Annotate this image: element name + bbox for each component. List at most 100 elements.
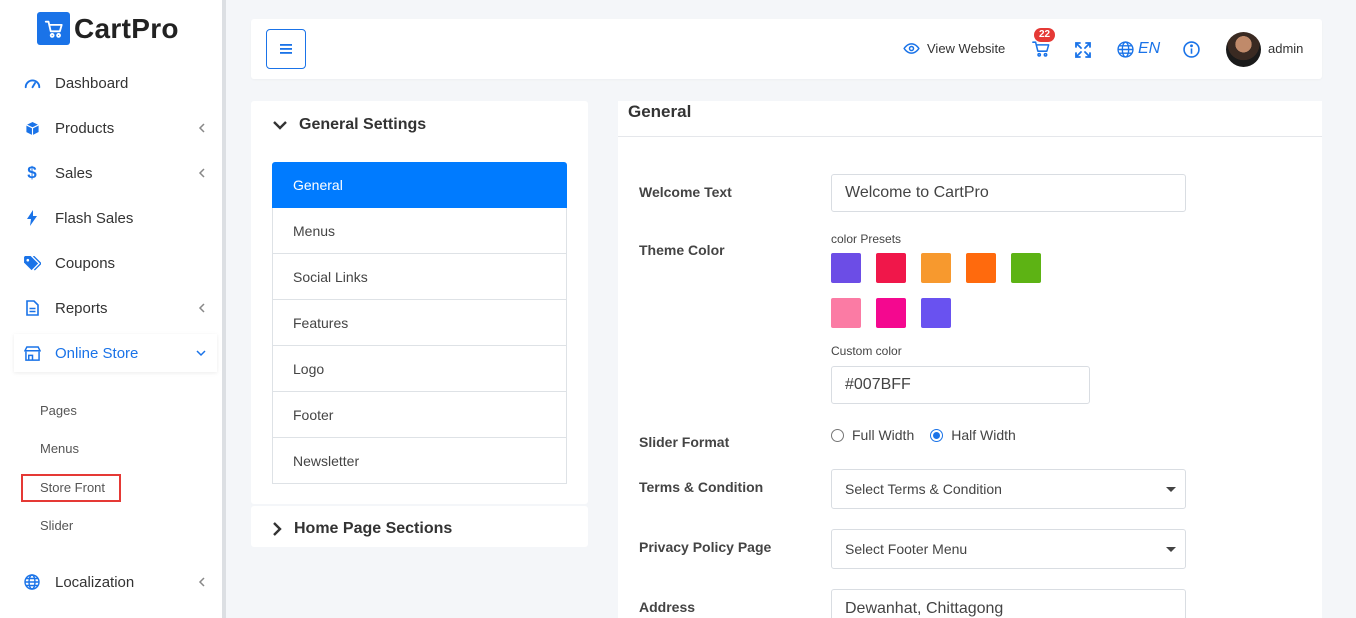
chevron-down-icon [273, 120, 287, 130]
settings-panel: General Settings General Menus Social Li… [251, 101, 588, 504]
sidebar-item-coupons[interactable]: Coupons [14, 244, 217, 282]
info-button[interactable] [1183, 41, 1200, 58]
sidebar-item-online-store[interactable]: Online Store [14, 334, 217, 372]
sidebar-item-localization[interactable]: Localization [14, 563, 217, 601]
custom-color-label: Custom color [831, 344, 902, 358]
cart-logo-icon [37, 12, 70, 45]
chevron-left-icon [193, 168, 209, 178]
cart-button[interactable]: 22 [1032, 28, 1056, 62]
address-label: Address [639, 599, 696, 615]
slider-half-width-radio[interactable] [930, 428, 944, 442]
chevron-down-icon [193, 349, 209, 357]
fullscreen-button[interactable] [1075, 42, 1091, 58]
sidebar-item-label: Sales [55, 164, 93, 182]
color-preset-swatch[interactable] [831, 298, 861, 328]
color-preset-swatch[interactable] [921, 253, 951, 283]
color-preset-swatch[interactable] [966, 253, 996, 283]
settings-menu-logo[interactable]: Logo [272, 346, 567, 392]
color-preset-swatch[interactable] [831, 253, 861, 283]
slider-format-options: Full Width Half Width [831, 427, 1016, 443]
sidebar-item-label: Online Store [55, 344, 139, 362]
theme-color-label: Theme Color [639, 242, 725, 258]
caret-down-icon [1166, 547, 1176, 552]
sidebar-item-label: Localization [55, 573, 135, 591]
sidebar-subitem-pages[interactable]: Pages [40, 403, 77, 418]
settings-menu-menus[interactable]: Menus [272, 208, 567, 254]
hamburger-icon [280, 44, 292, 54]
home-sections-heading: Home Page Sections [294, 520, 453, 537]
general-form-panel: General Welcome Text Welcome to CartPro … [618, 101, 1322, 618]
caret-down-icon [1166, 487, 1176, 492]
slider-full-width-radio[interactable] [831, 428, 844, 442]
hamburger-menu-button[interactable] [266, 29, 306, 69]
terms-condition-label: Terms & Condition [639, 479, 764, 495]
color-preset-swatch[interactable] [921, 298, 951, 328]
slider-format-label: Slider Format [639, 434, 730, 450]
brand-name: CartPro [74, 12, 179, 44]
color-preset-swatch[interactable] [876, 298, 906, 328]
avatar[interactable] [1226, 32, 1261, 67]
tags-icon [23, 254, 41, 272]
language-label: EN [1138, 40, 1161, 57]
page-title: General [628, 102, 692, 121]
sidebar-item-label: Coupons [55, 254, 116, 272]
chevron-left-icon [193, 303, 209, 313]
sidebar-item-label: Flash Sales [55, 209, 134, 227]
cart-icon [1032, 41, 1050, 57]
sidebar-subitem-menus[interactable]: Menus [40, 441, 79, 456]
view-website-label: View Website [927, 41, 1006, 56]
terms-condition-select[interactable]: Select Terms & Condition [831, 469, 1186, 509]
dollar-icon: $ [27, 163, 37, 182]
settings-menu: General Menus Social Links Features Logo… [272, 162, 567, 484]
slider-full-width-label: Full Width [852, 427, 915, 443]
settings-menu-features[interactable]: Features [272, 300, 567, 346]
chevron-right-icon [273, 522, 282, 536]
sidebar-item-label: Reports [55, 299, 108, 317]
color-preset-swatch[interactable] [1011, 253, 1041, 283]
custom-color-input[interactable]: #007BFF [831, 366, 1090, 404]
settings-menu-general[interactable]: General [272, 162, 567, 208]
brand-logo[interactable]: CartPro [37, 12, 179, 45]
terms-condition-value: Select Terms & Condition [845, 481, 1002, 497]
cart-count-badge: 22 [1034, 28, 1056, 42]
sidebar: CartPro Dashboard Products $ Sales Flash… [0, 0, 222, 618]
box-icon [23, 119, 41, 137]
home-sections-panel: Home Page Sections [251, 506, 588, 547]
color-presets-label: color Presets [831, 232, 902, 246]
user-name[interactable]: admin [1268, 41, 1303, 56]
globe-icon [23, 573, 41, 591]
privacy-policy-label: Privacy Policy Page [639, 539, 772, 555]
sidebar-item-flash-sales[interactable]: Flash Sales [14, 199, 217, 237]
sidebar-item-sales[interactable]: $ Sales [14, 154, 217, 192]
slider-half-width-label: Half Width [951, 427, 1016, 443]
settings-menu-newsletter[interactable]: Newsletter [272, 438, 567, 484]
top-navbar: View Website 22 EN admin [251, 19, 1322, 79]
store-icon [23, 344, 41, 362]
sidebar-item-reports[interactable]: Reports [14, 289, 217, 327]
privacy-policy-value: Select Footer Menu [845, 541, 968, 557]
welcome-text-input[interactable]: Welcome to CartPro [831, 174, 1186, 212]
sidebar-item-products[interactable]: Products [14, 109, 217, 147]
divider [618, 136, 1322, 137]
language-selector[interactable]: EN [1117, 40, 1160, 58]
sidebar-divider [222, 0, 226, 618]
privacy-policy-select[interactable]: Select Footer Menu [831, 529, 1186, 569]
sidebar-item-dashboard[interactable]: Dashboard [14, 64, 217, 102]
address-input[interactable]: Dewanhat, Chittagong [831, 589, 1186, 618]
view-website-link[interactable]: View Website [903, 41, 1005, 56]
settings-menu-footer[interactable]: Footer [272, 392, 567, 438]
sidebar-subitem-store-front[interactable]: Store Front [40, 480, 105, 495]
general-settings-heading: General Settings [299, 116, 427, 133]
welcome-text-label: Welcome Text [639, 184, 732, 200]
color-preset-swatch[interactable] [876, 253, 906, 283]
sidebar-subitem-slider[interactable]: Slider [40, 518, 73, 533]
chevron-left-icon [193, 123, 209, 133]
home-sections-toggle[interactable]: Home Page Sections [273, 520, 452, 538]
expand-icon [1075, 42, 1091, 58]
info-icon [1183, 41, 1200, 58]
settings-menu-social-links[interactable]: Social Links [272, 254, 567, 300]
chevron-left-icon [193, 577, 209, 587]
general-settings-toggle[interactable]: General Settings [273, 116, 426, 134]
globe-icon [1117, 40, 1134, 58]
sidebar-item-label: Products [55, 119, 115, 137]
